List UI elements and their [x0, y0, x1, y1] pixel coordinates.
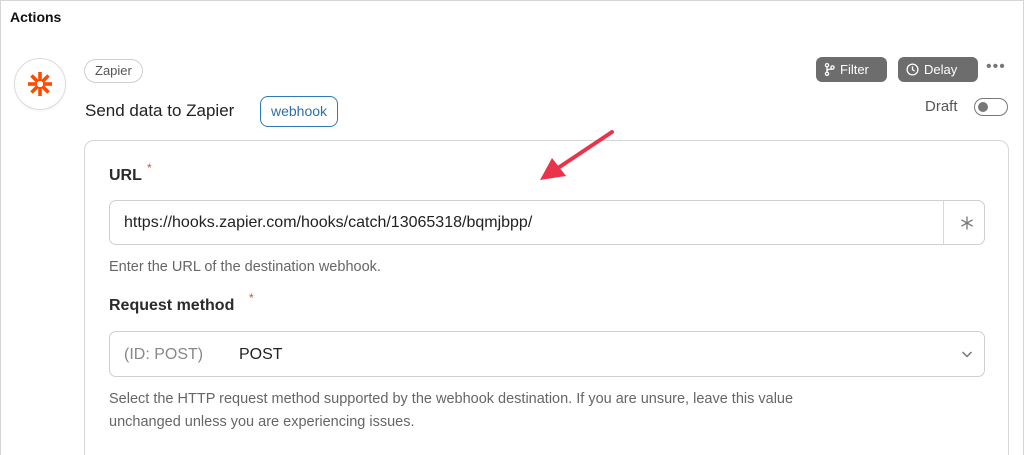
select-value: POST	[239, 346, 283, 363]
filter-label: Filter	[840, 62, 869, 77]
filter-button[interactable]: Filter	[816, 57, 887, 82]
chevron-down-icon	[961, 351, 973, 358]
draft-label: Draft	[925, 98, 958, 115]
url-label: URL	[109, 167, 142, 184]
url-value: https://hooks.zapier.com/hooks/catch/130…	[124, 214, 533, 231]
zapier-asterisk-icon	[28, 72, 52, 96]
variable-insert-button[interactable]	[953, 211, 981, 235]
method-help-line-2: unchanged unless you are experiencing is…	[109, 414, 415, 430]
request-method-select[interactable]: (ID: POST) POST	[109, 331, 985, 377]
toggle-knob	[978, 101, 988, 112]
required-mark: *	[249, 291, 254, 305]
annotation-arrow-icon	[540, 130, 614, 180]
section-title: Actions	[10, 9, 62, 25]
input-divider	[943, 201, 944, 244]
url-field[interactable]: https://hooks.zapier.com/hooks/catch/130…	[109, 200, 985, 245]
delay-label: Delay	[924, 62, 958, 77]
draft-toggle[interactable]	[974, 98, 1008, 116]
app-logo	[14, 58, 66, 110]
delay-button[interactable]: Delay	[898, 57, 978, 82]
method-help-line-1: Select the HTTP request method supported…	[109, 391, 794, 407]
select-id-prefix: (ID: POST)	[124, 346, 204, 363]
branch-icon	[824, 63, 835, 76]
app-badge: Zapier	[84, 59, 143, 83]
asterisk-icon	[961, 216, 973, 230]
action-title: Send data to Zapier	[85, 101, 235, 120]
more-options-icon[interactable]: •••	[986, 58, 1006, 76]
clock-icon	[906, 63, 919, 76]
request-method-label: Request method	[109, 297, 235, 314]
url-help-text: Enter the URL of the destination webhook…	[109, 259, 381, 275]
required-mark: *	[147, 161, 152, 175]
action-type-tag: webhook	[260, 96, 339, 127]
